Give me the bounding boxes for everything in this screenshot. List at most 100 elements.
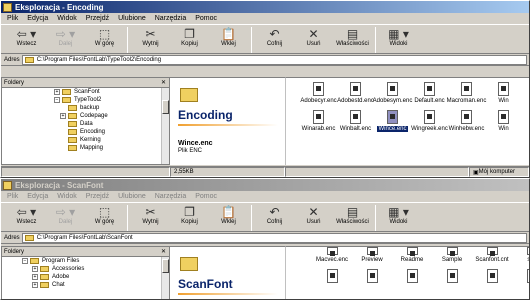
expand-icon[interactable]: + xyxy=(54,89,60,95)
file-item[interactable]: Winarab.enc xyxy=(300,110,337,132)
tree-item-chat[interactable]: + Chat xyxy=(2,281,169,289)
properties-button[interactable]: ▤ Właściwości xyxy=(333,25,372,47)
tree-item-program-files[interactable]: − Program Files xyxy=(2,257,169,265)
file-item[interactable]: Scanfont.cnt xyxy=(472,247,512,263)
folder-large-icon xyxy=(180,257,198,271)
file-item[interactable]: Macroman.enc xyxy=(447,82,486,104)
copy-button[interactable]: ❐ Kopiuj xyxy=(170,25,209,47)
back-button[interactable]: ⇦ ▾ Wstecz xyxy=(7,203,46,225)
menu-tools[interactable]: Narzędzia xyxy=(155,193,187,200)
menu-help[interactable]: Pomoc xyxy=(195,193,217,200)
expand-icon[interactable]: + xyxy=(60,113,66,119)
tree-item-scanfont[interactable]: + ScanFont xyxy=(2,88,169,96)
menu-go[interactable]: Przejdź xyxy=(86,15,109,22)
file-item[interactable]: sca xyxy=(512,247,529,263)
file-item[interactable] xyxy=(512,269,529,285)
cut-button[interactable]: ✂ Wytnij xyxy=(131,203,170,225)
menu-help[interactable]: Pomoc xyxy=(195,15,217,22)
file-item[interactable]: Adobecyr.enc xyxy=(300,82,337,104)
views-button[interactable]: ▦ ▾ Widoki xyxy=(379,203,418,225)
file-item[interactable]: Default.enc xyxy=(411,82,448,104)
address-input[interactable]: C:\Program Files\FontLab\ScanFont xyxy=(21,232,527,243)
gear-file-icon xyxy=(366,269,378,283)
file-item[interactable]: Win xyxy=(485,110,522,132)
menu-favorites[interactable]: Ulubione xyxy=(118,15,146,22)
tree-item-mapping[interactable]: Mapping xyxy=(2,144,169,152)
back-button[interactable]: ⇦ ▾ Wstecz xyxy=(7,25,46,47)
menu-go[interactable]: Przejdź xyxy=(86,193,109,200)
collapse-icon[interactable]: − xyxy=(54,97,60,103)
file-item[interactable] xyxy=(392,269,432,285)
tree-item-kerning[interactable]: Kerning xyxy=(2,136,169,144)
menu-view[interactable]: Widok xyxy=(57,193,76,200)
file-item[interactable]: Wingreek.enc xyxy=(411,110,448,132)
tree-item-backup[interactable]: backup xyxy=(2,104,169,112)
file-item[interactable] xyxy=(312,269,352,285)
undo-icon: ↶ xyxy=(269,27,280,41)
menu-tools[interactable]: Narzędzia xyxy=(155,15,187,22)
title-bar[interactable]: Eksploracja - Encoding xyxy=(1,1,529,13)
paste-button[interactable]: 📋 Wklej xyxy=(209,25,248,47)
expand-icon[interactable]: + xyxy=(32,282,38,288)
file-item[interactable]: Readme xyxy=(392,247,432,263)
folders-header: Foldery ✕ xyxy=(2,78,169,88)
undo-button[interactable]: ↶ Cofnij xyxy=(255,203,294,225)
tree-item-encoding[interactable]: Encoding xyxy=(2,128,169,136)
menu-file[interactable]: Plik xyxy=(7,193,18,200)
expand-icon[interactable]: + xyxy=(32,266,38,272)
paste-icon: 📋 xyxy=(221,27,236,41)
forward-button[interactable]: ⇨ ▾ Dalej xyxy=(46,25,85,47)
explorer-window-scanfont[interactable]: Eksploracja - ScanFont Plik Edycja Widok… xyxy=(0,178,530,300)
folder-icon xyxy=(68,105,77,111)
file-item[interactable]: Adobestd.enc xyxy=(337,82,374,104)
file-item[interactable]: Macvec.enc xyxy=(312,247,352,263)
file-item[interactable] xyxy=(432,269,472,285)
menu-edit[interactable]: Edycja xyxy=(27,15,48,22)
close-icon[interactable]: ✕ xyxy=(161,248,166,255)
address-input[interactable]: C:\Program Files\FontLab\TypeTool2\Encod… xyxy=(21,54,527,65)
properties-button[interactable]: ▤ Właściwości xyxy=(333,203,372,225)
views-button[interactable]: ▦ ▾ Widoki xyxy=(379,25,418,47)
title-bar[interactable]: Eksploracja - ScanFont xyxy=(1,179,529,191)
scrollbar-thumb[interactable] xyxy=(162,259,169,273)
menu-view[interactable]: Widok xyxy=(57,15,76,22)
enc-file-icon xyxy=(424,82,435,96)
tree-item-accessories[interactable]: + Accessories xyxy=(2,265,169,273)
tree-item-data[interactable]: Data xyxy=(2,120,169,128)
explorer-window-encoding[interactable]: Eksploracja - Encoding Plik Edycja Widok… xyxy=(0,0,530,178)
up-button[interactable]: ⬚ W górę xyxy=(85,203,124,225)
close-icon[interactable]: ✕ xyxy=(161,79,166,86)
scrollbar-thumb[interactable] xyxy=(162,100,169,114)
file-item[interactable]: Winhebw.enc xyxy=(448,110,485,132)
toolbar-separator xyxy=(375,27,376,53)
file-item[interactable] xyxy=(352,269,392,285)
file-item[interactable]: Win xyxy=(485,82,522,104)
file-item[interactable]: Sample xyxy=(432,247,472,263)
menu-edit[interactable]: Edycja xyxy=(27,193,48,200)
tree-scrollbar[interactable] xyxy=(161,257,169,299)
up-button[interactable]: ⬚ W górę xyxy=(85,25,124,47)
tree-item-adobe[interactable]: + Adobe xyxy=(2,273,169,281)
delete-button[interactable]: ✕ Usuń xyxy=(294,203,333,225)
text-file-icon xyxy=(406,247,418,256)
tree-scrollbar[interactable] xyxy=(161,88,169,164)
delete-button[interactable]: ✕ Usuń xyxy=(294,25,333,47)
undo-button[interactable]: ↶ Cofnij xyxy=(255,25,294,47)
file-item[interactable]: Adobesym.enc xyxy=(373,82,412,104)
copy-button[interactable]: ❐ Kopiuj xyxy=(170,203,209,225)
forward-button[interactable]: ⇨ ▾ Dalej xyxy=(46,203,85,225)
paste-button[interactable]: 📋 Wklej xyxy=(209,203,248,225)
menu-favorites[interactable]: Ulubione xyxy=(118,193,146,200)
file-item-selected[interactable]: Wince.enc xyxy=(374,110,411,132)
menu-file[interactable]: Plik xyxy=(7,15,18,22)
file-item[interactable] xyxy=(472,269,512,285)
folder-icon xyxy=(40,266,49,272)
tree-item-codepage[interactable]: + Codepage xyxy=(2,112,169,120)
expand-icon[interactable]: + xyxy=(32,274,38,280)
gear-file-icon xyxy=(406,269,418,283)
file-item[interactable]: Winbalt.enc xyxy=(337,110,374,132)
cut-button[interactable]: ✂ Wytnij xyxy=(131,25,170,47)
tree-item-typetool2[interactable]: − TypeTool2 xyxy=(2,96,169,104)
collapse-icon[interactable]: − xyxy=(22,258,28,264)
file-item[interactable]: Preview xyxy=(352,247,392,263)
